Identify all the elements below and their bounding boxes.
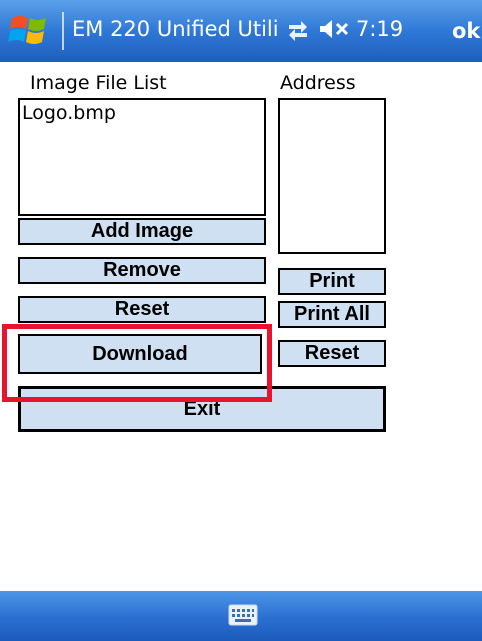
window-title: EM 220 Unified Utili [72, 17, 279, 41]
volume-muted-icon[interactable] [318, 17, 352, 41]
title-bar: EM 220 Unified Utili 7:19 ok [0, 0, 482, 62]
connectivity-icon[interactable] [286, 17, 310, 41]
add-image-button[interactable]: Add Image [18, 218, 266, 245]
exit-button[interactable]: Exit [18, 386, 386, 432]
print-button[interactable]: Print [278, 268, 386, 295]
reset-images-button[interactable]: Reset [18, 296, 266, 323]
print-all-button[interactable]: Print All [278, 301, 386, 328]
image-file-list-label: Image File List [30, 72, 167, 94]
address-label: Address [280, 72, 356, 94]
image-file-list[interactable]: Logo.bmp [18, 98, 266, 216]
remove-button[interactable]: Remove [18, 257, 266, 284]
ok-button[interactable]: ok [448, 10, 482, 52]
clock[interactable]: 7:19 [356, 15, 403, 43]
keyboard-icon[interactable] [228, 603, 258, 627]
download-button[interactable]: Download [18, 334, 262, 374]
reset-address-button[interactable]: Reset [278, 340, 386, 367]
address-list[interactable] [278, 98, 386, 254]
windows-start-icon[interactable] [6, 10, 56, 52]
bottom-bar [0, 591, 482, 641]
list-item[interactable]: Logo.bmp [22, 102, 262, 124]
title-separator [62, 12, 64, 50]
